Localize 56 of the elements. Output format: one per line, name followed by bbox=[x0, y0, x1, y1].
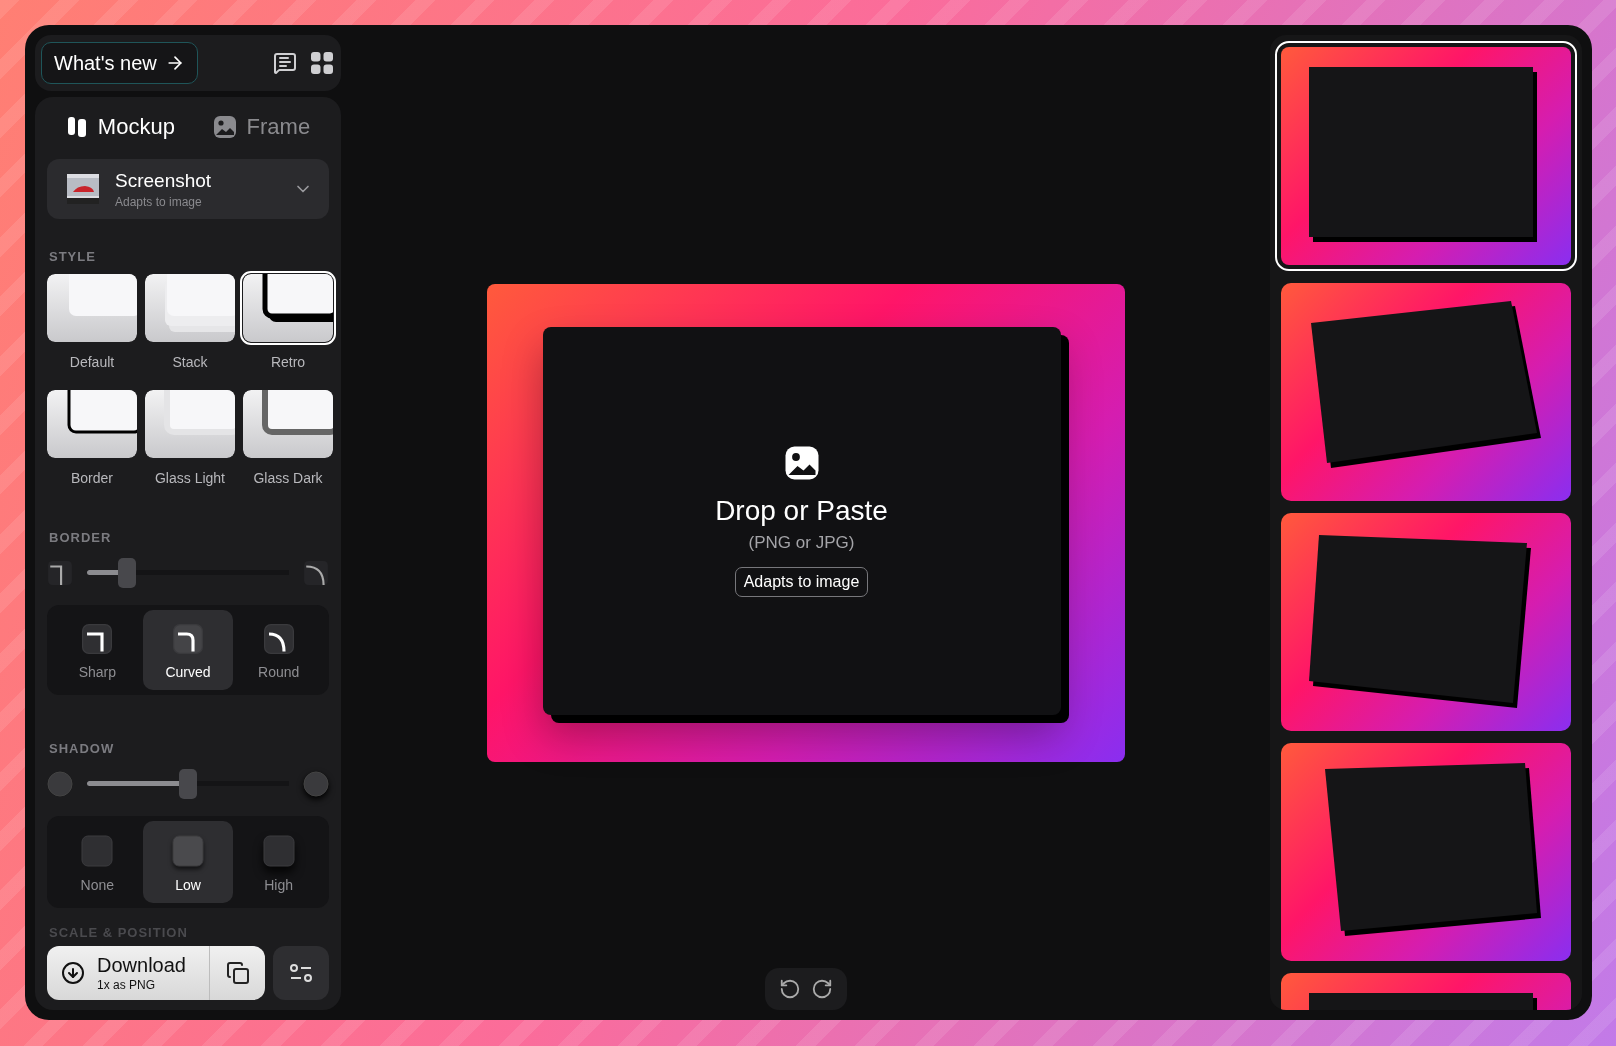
style-option[interactable]: Retro bbox=[243, 274, 333, 370]
corner-icon bbox=[263, 624, 294, 654]
section-heading: SHADOW bbox=[49, 741, 116, 756]
whats-new-button[interactable]: What's new bbox=[41, 42, 198, 84]
corner-icon bbox=[173, 624, 203, 654]
settings-button[interactable] bbox=[273, 946, 329, 1000]
shadow-option[interactable]: High bbox=[233, 821, 324, 903]
file-types-hint: (PNG or JPG) bbox=[748, 532, 855, 553]
adapts-badge: Adapts to image bbox=[734, 566, 869, 597]
download-button[interactable]: Download 1x as PNG bbox=[47, 946, 209, 1000]
style-preview-icon bbox=[243, 274, 333, 342]
image-icon bbox=[212, 115, 237, 139]
image-icon bbox=[783, 444, 820, 481]
style-preview-icon bbox=[145, 390, 235, 458]
style-preview-icon bbox=[47, 274, 137, 342]
mockup-preview[interactable] bbox=[1281, 283, 1571, 501]
style-option[interactable]: Glass Light bbox=[145, 390, 235, 486]
circle-icon bbox=[303, 771, 329, 797]
drop-title: Drop or Paste bbox=[715, 494, 888, 527]
sharp-corner-icon bbox=[47, 560, 73, 586]
mockup-preview[interactable] bbox=[1275, 41, 1577, 271]
mockup-preview[interactable] bbox=[1281, 743, 1571, 961]
style-option[interactable]: Glass Dark bbox=[243, 390, 333, 486]
redo-button[interactable] bbox=[810, 978, 833, 1000]
round-corner-icon bbox=[303, 560, 329, 586]
circle-icon bbox=[47, 771, 73, 797]
square-icon bbox=[262, 835, 295, 867]
mockup-preview[interactable] bbox=[1281, 513, 1571, 731]
mockup-icon bbox=[65, 116, 88, 138]
slider-thumb[interactable] bbox=[179, 769, 197, 799]
style-preview-icon bbox=[145, 274, 235, 342]
grid-icon[interactable] bbox=[311, 52, 333, 74]
section-heading: STYLE bbox=[49, 249, 97, 264]
undo-button[interactable] bbox=[778, 978, 801, 1000]
square-icon bbox=[81, 835, 114, 867]
mode-tab[interactable]: Mockup bbox=[59, 113, 181, 141]
download-icon bbox=[61, 961, 85, 985]
corner-option[interactable]: Round bbox=[233, 610, 324, 690]
slider-thumb[interactable] bbox=[118, 558, 137, 588]
corner-option[interactable]: Sharp bbox=[52, 610, 143, 690]
style-option[interactable]: Border bbox=[47, 390, 137, 486]
shadow-option[interactable]: Low bbox=[142, 821, 234, 903]
settings-icon bbox=[288, 962, 314, 984]
chat-icon[interactable] bbox=[273, 51, 297, 75]
section-heading: BORDER bbox=[49, 530, 113, 545]
device-select[interactable]: Screenshot Adapts to image bbox=[47, 159, 329, 219]
mode-tab[interactable]: Frame bbox=[206, 113, 317, 141]
style-preview-icon bbox=[243, 390, 333, 458]
corner-option[interactable]: Curved bbox=[142, 610, 234, 690]
square-icon bbox=[172, 835, 204, 867]
style-option[interactable]: Default bbox=[47, 274, 137, 370]
style-preview-icon bbox=[47, 390, 137, 458]
corner-icon bbox=[82, 624, 113, 654]
shadow-option[interactable]: None bbox=[52, 821, 143, 903]
copy-icon bbox=[225, 961, 250, 985]
style-option[interactable]: Stack bbox=[145, 274, 235, 370]
